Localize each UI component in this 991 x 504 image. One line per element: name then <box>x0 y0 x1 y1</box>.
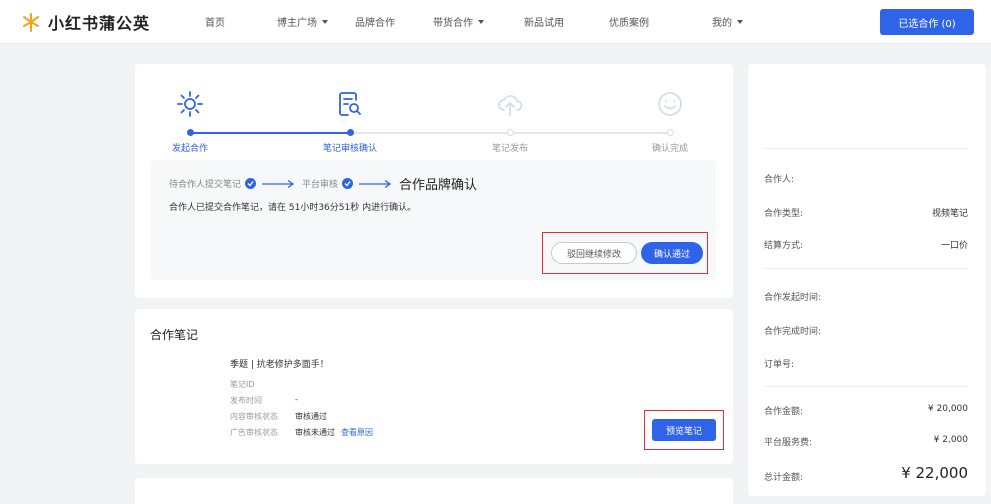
check-icon <box>342 178 354 189</box>
smile-icon <box>658 92 682 116</box>
nav-mine[interactable]: 我的 <box>712 14 743 29</box>
step-label-start: 发起合作 <box>171 144 209 154</box>
amount-value: ¥ 20,000 <box>927 404 968 414</box>
confirm-deadline-notice: 合作人已提交合作笔记，请在 51小时36分51秒 内进行确认。 <box>169 203 417 213</box>
arrow-right-icon <box>359 179 392 188</box>
selected-cooperation-button[interactable]: 已选合作 (0) <box>880 9 974 35</box>
note-id-label: 笔记ID <box>230 380 255 389</box>
brand-name: 小红书蒲公英 <box>48 14 151 33</box>
publish-time-label: 发布时间 <box>230 396 262 405</box>
nav-blogger-square[interactable]: 博主广场 <box>277 14 328 29</box>
complete-time-label: 合作完成时间: <box>764 327 822 337</box>
content-review-value: 审核通过 <box>295 412 327 421</box>
step-dot <box>667 129 674 136</box>
nav-product-trial[interactable]: 新品试用 <box>524 14 564 29</box>
ad-review-value: 审核未通过 <box>295 428 335 437</box>
order-number-label: 订单号: <box>764 360 795 370</box>
top-navigation-bar: 小红书蒲公英 首页 博主广场 品牌合作 带货合作 新品试用 优质案例 我的 已选… <box>0 0 991 44</box>
publish-time-value: - <box>295 395 298 404</box>
service-fee-label: 平台服务费: <box>764 438 813 448</box>
cooperation-note-card: 合作笔记 季题 | 抗老修护多面手！ 笔记ID 发布时间 - 内容审核状态 审核… <box>135 309 733 464</box>
bottom-card <box>135 478 733 504</box>
review-flow: 待合作人提交笔记 平台审核 合作品牌确认 <box>169 174 477 193</box>
order-summary-card: 合作人: 合作类型: 视频笔记 结算方式: 一口价 合作发起时间: 合作完成时间… <box>748 64 986 496</box>
amount-label: 合作金额: <box>764 407 804 417</box>
brand-logo[interactable]: 小红书蒲公英 <box>20 9 150 35</box>
dandelion-icon <box>23 13 39 32</box>
sparkle-icon <box>177 91 203 117</box>
doc-search-icon <box>339 92 361 116</box>
approve-button[interactable]: 确认通过 <box>641 242 703 264</box>
action-highlight-box: 驳回继续修改 确认通过 <box>542 232 708 274</box>
flow-step-platform: 平台审核 <box>302 180 339 190</box>
flow-step-brand-confirm: 合作品牌确认 <box>399 178 478 193</box>
ad-review-label: 广告审核状态 <box>230 428 278 437</box>
start-time-label: 合作发起时间: <box>764 293 822 303</box>
content-review-label: 内容审核状态 <box>230 412 278 421</box>
ad-review-status: 审核未通过 查看原因 <box>295 427 373 438</box>
arrow-right-icon <box>262 179 295 188</box>
step-dot <box>507 129 514 136</box>
chevron-down-icon <box>478 19 484 24</box>
service-fee-value: ¥ 2,000 <box>933 435 968 445</box>
payment-value: 一口价 <box>940 241 968 251</box>
check-icon <box>245 178 257 189</box>
partner-label: 合作人: <box>764 175 795 185</box>
total-value: ¥ 22,000 <box>901 464 968 482</box>
divider <box>764 268 968 269</box>
divider <box>764 148 968 149</box>
step-label-publish: 笔记发布 <box>491 144 529 154</box>
chevron-down-icon <box>737 19 743 24</box>
step-dot <box>347 129 354 136</box>
preview-note-button[interactable]: 预览笔记 <box>652 419 716 441</box>
nav-sales-cooperation[interactable]: 带货合作 <box>433 14 484 29</box>
note-title[interactable]: 季题 | 抗老修护多面手！ <box>230 357 329 370</box>
nav-home[interactable]: 首页 <box>205 14 225 29</box>
flow-step-submit: 待合作人提交笔记 <box>169 180 242 190</box>
cloud-upload-icon <box>498 95 523 116</box>
payment-label: 结算方式: <box>764 241 804 251</box>
type-value: 视频笔记 <box>931 209 968 219</box>
preview-highlight-box: 预览笔记 <box>644 410 724 450</box>
total-label: 总计金额: <box>764 473 804 483</box>
section-title: 合作笔记 <box>150 328 199 342</box>
divider <box>764 386 968 387</box>
progress-card: 发起合作 笔记审核确认 笔记发布 确认完成 待合作人提交笔记 平台审核 合作品牌… <box>135 64 733 298</box>
confirmation-panel: 待合作人提交笔记 平台审核 合作品牌确认 合作人已提交合作笔记，请在 51小时3… <box>151 160 716 280</box>
step-label-complete: 确认完成 <box>651 144 689 154</box>
type-label: 合作类型: <box>764 209 804 219</box>
view-reason-link[interactable]: 查看原因 <box>341 428 373 437</box>
chevron-down-icon <box>322 19 328 24</box>
reject-button[interactable]: 驳回继续修改 <box>551 242 637 264</box>
progress-line-done <box>190 132 350 134</box>
step-dot <box>187 129 194 136</box>
step-label-review: 笔记审核确认 <box>322 144 378 154</box>
nav-quality-cases[interactable]: 优质案例 <box>609 14 649 29</box>
nav-brand-cooperation[interactable]: 品牌合作 <box>355 14 395 29</box>
